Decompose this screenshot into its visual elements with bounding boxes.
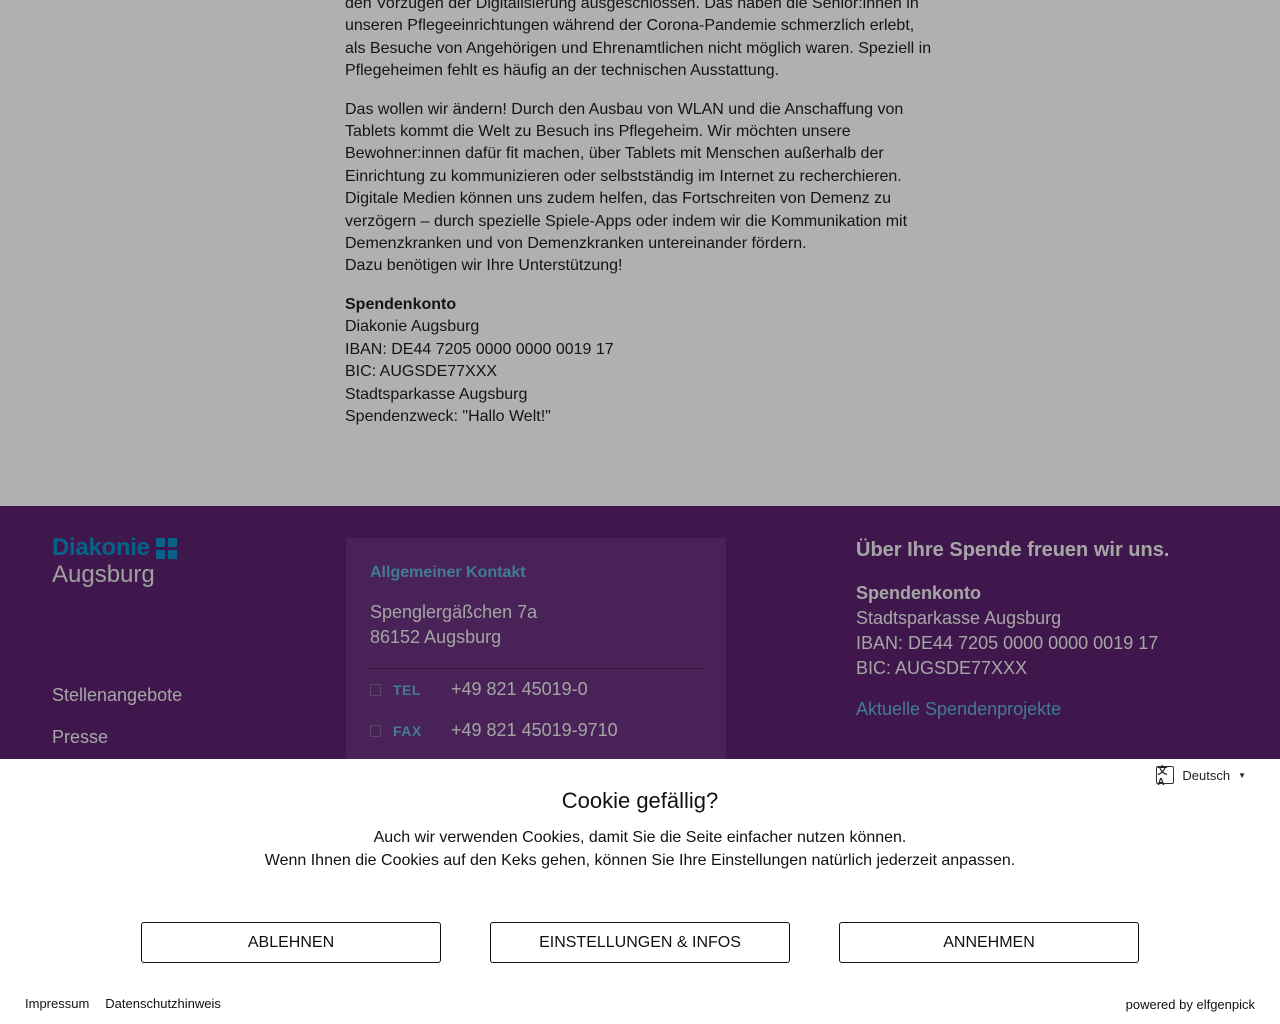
decline-button[interactable]: ABLEHNEN (141, 922, 441, 963)
cookie-title: Cookie gefällig? (561, 788, 719, 813)
language-selector[interactable]: 文A Deutsch ▼ (1156, 766, 1246, 788)
cookie-text-line: Wenn Ihnen die Cookies auf den Keks gehe… (264, 851, 1016, 869)
privacy-link[interactable]: Datenschutzhinweis (105, 996, 221, 1011)
settings-button[interactable]: EINSTELLUNGEN & INFOS (490, 922, 790, 963)
chevron-down-icon: ▼ (1238, 770, 1246, 780)
imprint-link[interactable]: Impressum (25, 996, 89, 1011)
accept-button[interactable]: ANNEHMEN (839, 922, 1139, 963)
cookie-overlay (0, 0, 1280, 759)
language-label: Deutsch (1182, 767, 1231, 783)
cookie-banner: 文A Deutsch ▼ Cookie gefällig? Auch wir v… (0, 759, 1280, 1024)
cookie-text: Auch wir verwenden Cookies, damit Sie di… (0, 827, 1280, 872)
cookie-text-line: Auch wir verwenden Cookies, damit Sie di… (373, 829, 907, 846)
translate-icon: 文A (1156, 766, 1175, 788)
cookie-footer-links: Impressum Datenschutzhinweis (25, 996, 221, 1011)
powered-by: powered by elfgenpick (1125, 997, 1255, 1012)
